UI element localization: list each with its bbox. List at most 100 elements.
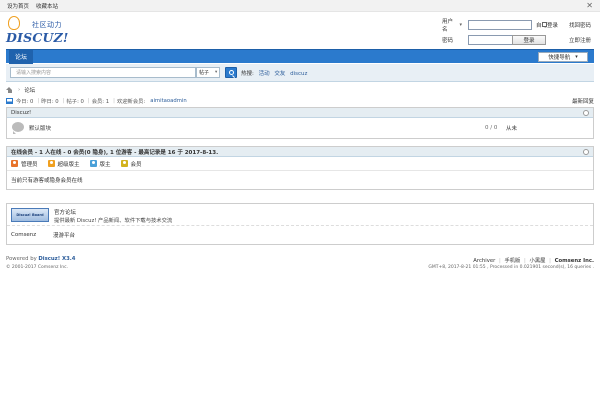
product-link[interactable]: Discuz! X3.4 xyxy=(38,256,75,262)
top-bar: 设为首页 收藏本站 ✕ xyxy=(0,0,600,12)
archiver-link[interactable]: Archiver xyxy=(473,258,495,264)
logo-wordmark: DISCUZ! xyxy=(6,30,69,45)
search-placeholder: 请输入搜索内容 xyxy=(16,70,52,76)
main-nav: 论坛 快捷导航 ▾ xyxy=(6,49,594,64)
hot-search-link[interactable]: discuz xyxy=(290,71,307,77)
debug-info: GMT+8, 2017-8-21 01:55 , Processed in 0.… xyxy=(428,265,594,270)
legend-member: 会员 xyxy=(120,160,142,168)
bookmark-link[interactable]: 收藏本站 xyxy=(36,4,58,10)
friend-link-text-row: Comsenz 漫游平台 xyxy=(7,226,593,244)
footer-links: Archiver | 手机版 | 小黑屋 | Comsenz Inc. xyxy=(473,256,594,264)
online-legend: 管理员 超级版主 版主 会员 xyxy=(7,157,593,171)
discuz-board-banner[interactable]: Discuz! Board xyxy=(11,208,49,222)
footer-divider: | xyxy=(498,258,501,264)
chevron-down-icon: ▾ xyxy=(575,54,578,60)
friend-links-box: Discuz! Board 官方论坛 提供最新 Discuz! 产品新闻、软件下… xyxy=(6,203,594,245)
friend-link-row: Discuz! Board 官方论坛 提供最新 Discuz! 产品新闻、软件下… xyxy=(7,204,593,226)
chevron-down-icon: ▾ xyxy=(215,70,218,75)
search-button[interactable] xyxy=(225,67,237,78)
legend-super-moderator: 超级版主 xyxy=(47,160,80,168)
forum-name-link[interactable]: 默认版块 xyxy=(29,124,51,132)
legend-label: 会员 xyxy=(130,161,142,168)
top-links: 设为首页 收藏本站 xyxy=(7,2,63,10)
quick-nav-dropdown[interactable]: 快捷导航 ▾ xyxy=(538,52,588,62)
stat-members: 会员: 1 xyxy=(91,98,110,105)
password-label: 密码 xyxy=(442,37,454,44)
legend-moderator: 版主 xyxy=(89,160,111,168)
close-icon[interactable]: ✕ xyxy=(586,1,593,10)
hot-searches-label: 热搜: xyxy=(241,71,254,77)
username-input[interactable] xyxy=(468,19,532,30)
forum-count: 0 / 0 xyxy=(485,125,498,131)
stat-divider: | xyxy=(37,97,40,104)
lightbulb-icon xyxy=(8,16,20,30)
collapse-toggle[interactable] xyxy=(583,110,589,116)
company-link[interactable]: Comsenz Inc. xyxy=(555,258,594,264)
chart-icon xyxy=(6,97,13,104)
user-icon xyxy=(120,160,128,167)
online-list-text: 当前只有游客或隐身会员在线 xyxy=(11,178,83,184)
search-bar: 请输入搜索内容 帖子 ▾ 热搜: 活动 交友 discuz xyxy=(6,64,594,82)
stat-divider: | xyxy=(62,97,65,104)
online-header: 在线会员 - 1 人在线 - 0 会员(0 隐身), 1 位游客 - 最高记录是… xyxy=(7,147,593,157)
footer-divider: | xyxy=(549,258,551,264)
friend-link-manyou[interactable]: 漫游平台 xyxy=(53,231,75,239)
hot-searches: 热搜: 活动 交友 discuz xyxy=(241,69,310,77)
search-type-label: 帖子 xyxy=(199,70,210,76)
friend-link-title[interactable]: 官方论坛 xyxy=(54,208,76,216)
friend-link-desc: 提供最新 Discuz! 产品新闻、软件下载与技术交流 xyxy=(54,218,173,224)
online-summary[interactable]: 在线会员 - 1 人在线 - 0 会员(0 隐身), 1 位游客 - 最高记录是… xyxy=(11,148,218,156)
stat-today: 今日: 0 xyxy=(16,98,34,105)
latest-replies-link[interactable]: 最新回复 xyxy=(572,97,594,105)
online-list: 当前只有游客或隐身会员在线 xyxy=(7,171,593,189)
forum-row: 默认版块 0 / 0 从未 xyxy=(7,118,593,138)
stat-newest-label: 欢迎新会员: xyxy=(116,98,146,105)
mobile-link[interactable]: 手机版 xyxy=(504,258,520,264)
search-type-select[interactable]: 帖子 ▾ xyxy=(196,67,220,78)
breadcrumb: › 论坛 xyxy=(6,86,35,94)
legend-label: 版主 xyxy=(99,161,111,168)
checkbox-icon xyxy=(542,22,547,27)
nav-item-forum[interactable]: 论坛 xyxy=(9,49,34,64)
logo-slogan: 社区动力 xyxy=(32,21,62,29)
login-row-password: 密码 登录 立即注册 xyxy=(442,33,594,46)
collapse-toggle[interactable] xyxy=(583,149,589,155)
newest-member-link[interactable]: aimitaoadmin xyxy=(150,98,187,104)
login-type-label: 用户名 xyxy=(442,18,454,33)
breadcrumb-current[interactable]: 论坛 xyxy=(24,86,35,94)
category-title[interactable]: Discuz! xyxy=(11,110,31,116)
forgot-password-link[interactable]: 找回密码 xyxy=(569,21,591,29)
header: 社区动力 DISCUZ! 用户名 ▾ 自动登录 找回密码 密码 登录 立即注册 xyxy=(0,12,600,49)
chevron-down-icon: ▾ xyxy=(459,21,462,28)
quick-nav-label: 快捷导航 xyxy=(548,55,571,61)
login-form: 用户名 ▾ 自动登录 找回密码 密码 登录 立即注册 xyxy=(442,18,594,48)
footer-divider: | xyxy=(524,258,526,264)
forum-category-box: Discuz! 默认版块 0 / 0 从未 xyxy=(6,107,594,139)
user-icon xyxy=(11,160,18,167)
remember-me-label: 自动登录 xyxy=(536,22,559,29)
legend-admin: 管理员 xyxy=(11,160,38,168)
remember-me-checkbox[interactable]: 自动登录 xyxy=(536,21,558,29)
powered-by-label: Powered by xyxy=(6,256,37,262)
login-row-user: 用户名 ▾ 自动登录 找回密码 xyxy=(442,17,594,33)
search-icon-handle xyxy=(232,74,236,78)
legend-label: 管理员 xyxy=(21,161,38,168)
home-icon[interactable] xyxy=(6,87,13,93)
login-type-select[interactable]: 用户名 ▾ xyxy=(442,17,462,33)
copyright: © 2001-2017 Comsenz Inc. xyxy=(6,265,69,270)
hot-search-link[interactable]: 交友 xyxy=(274,71,285,77)
site-logo[interactable]: 社区动力 DISCUZ! xyxy=(6,16,68,48)
powered-by: Powered by Discuz! X3.4 xyxy=(6,256,75,262)
search-input[interactable]: 请输入搜索内容 xyxy=(10,67,196,78)
register-link[interactable]: 立即注册 xyxy=(569,36,591,44)
blackroom-link[interactable]: 小黑屋 xyxy=(530,258,546,264)
user-icon xyxy=(89,160,97,167)
set-homepage-link[interactable]: 设为首页 xyxy=(7,4,29,10)
forum-stats: 今日: 0 | 昨日: 0 | 帖子: 0 | 会员: 1 | 欢迎新会员: a… xyxy=(6,96,594,105)
login-button[interactable]: 登录 xyxy=(512,34,546,45)
stat-yesterday: 昨日: 0 xyxy=(41,98,59,105)
category-header: Discuz! xyxy=(7,108,593,118)
user-icon xyxy=(47,160,55,167)
hot-search-link[interactable]: 活动 xyxy=(259,71,270,77)
friend-link-comsenz[interactable]: Comsenz xyxy=(11,232,53,238)
